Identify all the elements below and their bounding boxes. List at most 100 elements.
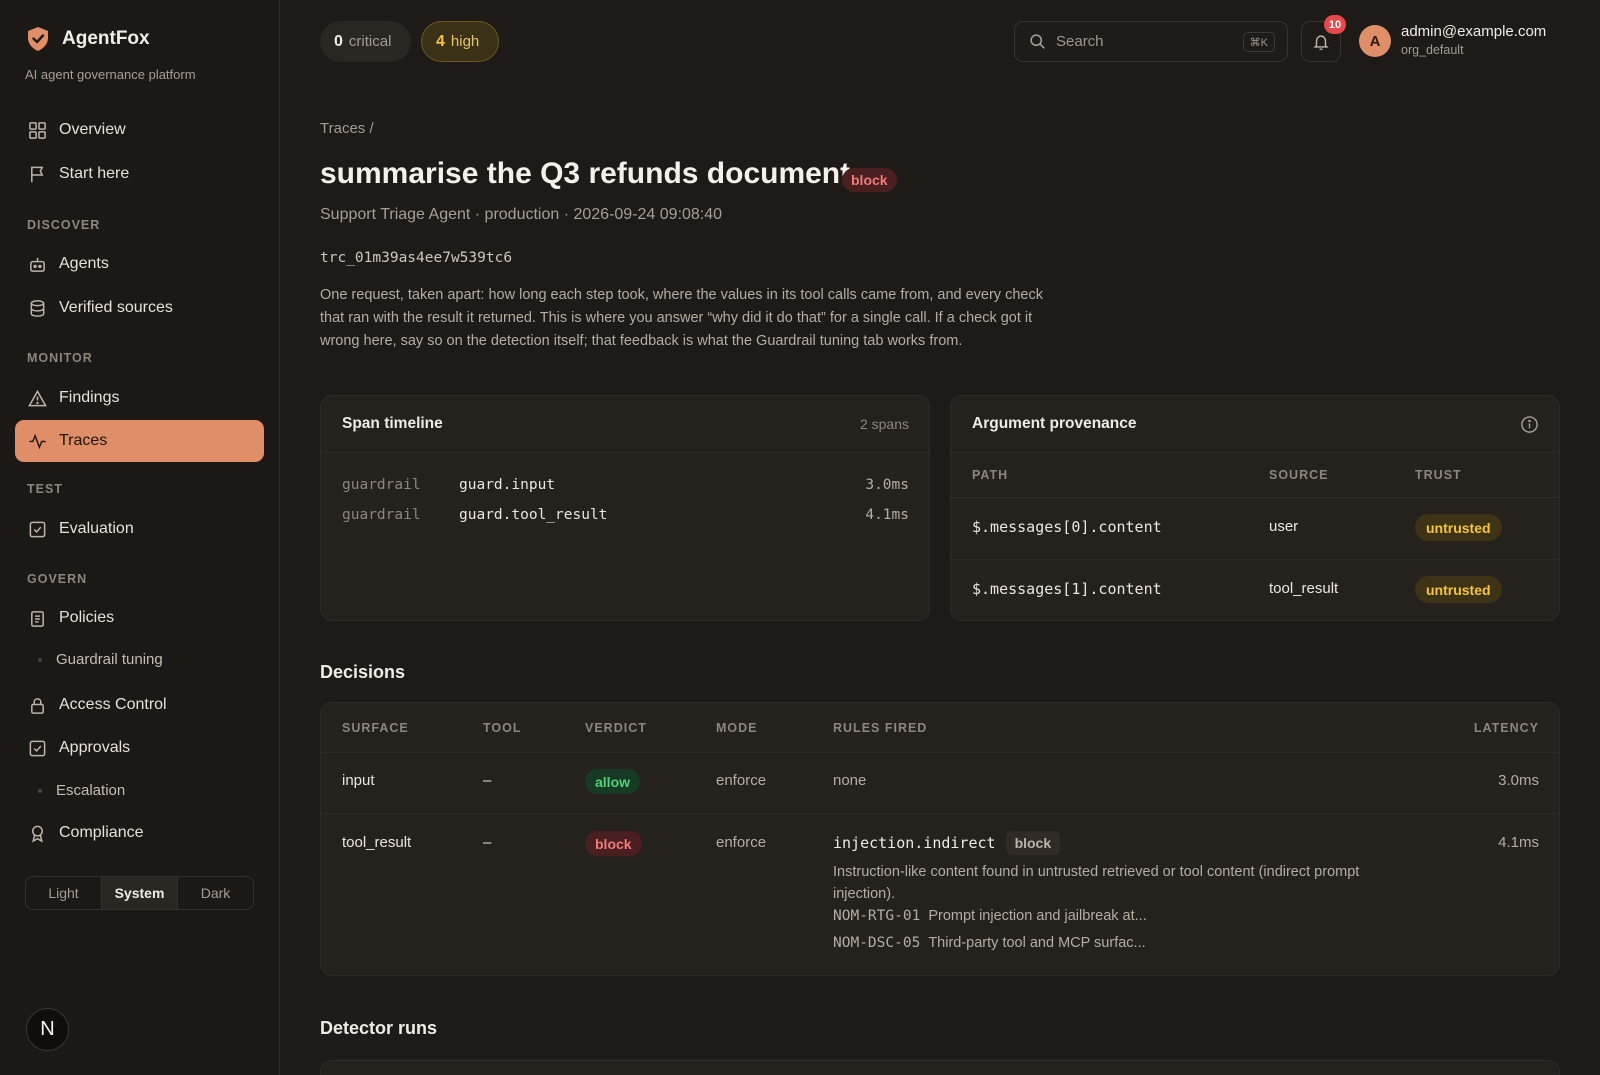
- critical-label: critical: [348, 33, 392, 50]
- section-test: TEST: [27, 482, 63, 496]
- col-trust: TRUST: [1415, 468, 1462, 482]
- search-icon: [1030, 34, 1045, 49]
- decision-mode: enforce: [716, 772, 767, 789]
- nav-start-here[interactable]: Start here: [15, 153, 264, 195]
- framework-badge[interactable]: N: [26, 1008, 69, 1051]
- span-row[interactable]: guardrail guard.tool_result 4.1ms: [342, 504, 909, 526]
- verdict-badge: block: [842, 168, 897, 192]
- shield-logo-icon: [28, 27, 48, 51]
- col-latency: LATENCY: [1473, 721, 1539, 735]
- argument-provenance-card: Argument provenance PATH SOURCE TRUST $.…: [950, 395, 1560, 621]
- trace-description: One request, taken apart: how long each …: [320, 287, 1043, 349]
- nav-evaluation-label: Evaluation: [59, 520, 134, 537]
- span-kind: guardrail: [342, 477, 421, 493]
- search-placeholder: Search: [1056, 33, 1104, 50]
- decision-tool: –: [483, 834, 492, 851]
- theme-toggle: Light System Dark: [25, 876, 254, 910]
- theme-system-button[interactable]: System: [101, 877, 178, 909]
- rule-fired[interactable]: injection.indirect block: [833, 831, 1061, 855]
- theme-dark-button[interactable]: Dark: [178, 877, 253, 909]
- nav-access-control-label: Access Control: [59, 696, 167, 713]
- nav-evaluation[interactable]: Evaluation: [15, 508, 264, 550]
- argument-provenance-title: Argument provenance: [972, 415, 1137, 432]
- provenance-path: $.messages[1].content: [972, 580, 1162, 598]
- control-id: NOM-RTG-01: [833, 908, 921, 924]
- provenance-path: $.messages[0].content: [972, 518, 1162, 536]
- nav-escalation-label: Escalation: [56, 782, 126, 799]
- checkbox-icon: [29, 521, 46, 537]
- critical-findings-pill[interactable]: 0 critical: [320, 21, 411, 62]
- rule-action-chip: block: [1005, 831, 1061, 855]
- control-text: Third-party tool and MCP surfac...: [928, 935, 1146, 951]
- nav-agents[interactable]: Agents: [15, 243, 264, 285]
- award-ribbon-icon: [31, 825, 44, 843]
- nav-guardrail-tuning-label: Guardrail tuning: [56, 651, 163, 668]
- nav-guardrail-tuning[interactable]: Guardrail tuning: [38, 651, 163, 668]
- span-timeline-card: Span timeline 2 spans guardrail guard.in…: [320, 395, 930, 621]
- breadcrumb[interactable]: Traces /: [320, 120, 374, 137]
- control-mapping[interactable]: NOM-DSC-05 Third-party tool and MCP surf…: [833, 935, 1146, 951]
- col-surface: SURFACE: [342, 721, 409, 735]
- nav-policies-label: Policies: [59, 609, 115, 626]
- info-icon[interactable]: [1520, 415, 1539, 434]
- brand-name: AgentFox: [62, 28, 150, 49]
- search-input[interactable]: Search ⌘K: [1014, 21, 1288, 62]
- rule-name: injection.indirect: [833, 834, 996, 852]
- allow-chip: allow: [585, 769, 641, 794]
- nav-approvals[interactable]: Approvals: [15, 727, 264, 769]
- brand-tagline: AI agent governance platform: [25, 67, 196, 82]
- nav-overview[interactable]: Overview: [15, 109, 264, 151]
- provenance-source: user: [1269, 518, 1299, 535]
- decision-verdict: block: [585, 831, 642, 856]
- span-timeline-title: Span timeline: [342, 415, 443, 432]
- nav-verified-sources[interactable]: Verified sources: [15, 287, 264, 329]
- theme-light-button[interactable]: Light: [26, 877, 101, 909]
- span-row[interactable]: guardrail guard.input 3.0ms: [342, 474, 909, 496]
- nav-compliance[interactable]: Compliance: [15, 812, 264, 854]
- high-findings-pill[interactable]: 4 high: [421, 21, 499, 62]
- nav-overview-label: Overview: [59, 121, 126, 138]
- nav-traces[interactable]: Traces: [15, 420, 264, 462]
- clipboard-icon: [31, 610, 44, 627]
- brand[interactable]: AgentFox: [26, 26, 150, 52]
- span-duration: 3.0ms: [865, 477, 909, 493]
- span-name: guard.tool_result: [459, 507, 608, 523]
- span-name: guard.input: [459, 477, 556, 493]
- divider: [321, 752, 1559, 753]
- notification-count-badge: 10: [1324, 15, 1346, 34]
- nav-policies[interactable]: Policies: [15, 597, 264, 639]
- trace-id: trc_01m39as4ee7w539tc6: [320, 250, 513, 266]
- flag-icon: [31, 166, 44, 182]
- decision-tool: –: [483, 772, 492, 789]
- card-header: Span timeline 2 spans: [321, 396, 929, 453]
- provenance-source: tool_result: [1269, 580, 1339, 597]
- col-mode: MODE: [716, 721, 758, 735]
- nav-escalation[interactable]: Escalation: [38, 782, 125, 799]
- nav-traces-label: Traces: [59, 432, 108, 449]
- nav-access-control[interactable]: Access Control: [15, 684, 264, 726]
- decision-surface: input: [342, 772, 375, 789]
- col-verdict: VERDICT: [585, 721, 647, 735]
- warning-triangle-icon: [28, 389, 47, 406]
- critical-count: 0: [334, 32, 343, 50]
- card-header: Argument provenance: [951, 396, 1559, 453]
- col-path: PATH: [972, 468, 1009, 482]
- avatar[interactable]: A: [1359, 25, 1391, 57]
- divider: [321, 813, 1559, 814]
- col-rules-fired: RULES FIRED: [833, 721, 928, 735]
- trust-badge: untrusted: [1415, 514, 1502, 541]
- high-count: 4: [436, 32, 445, 50]
- nav-findings[interactable]: Findings: [15, 377, 264, 419]
- checkbox-icon: [29, 740, 46, 756]
- bullet-dot: [38, 657, 42, 662]
- control-mapping[interactable]: NOM-RTG-01 Prompt injection and jailbrea…: [833, 908, 1147, 924]
- decision-mode: enforce: [716, 834, 767, 851]
- decision-surface: tool_result: [342, 834, 412, 851]
- decision-latency: 3.0ms: [1498, 772, 1539, 789]
- user-org: org_default: [1401, 43, 1464, 57]
- block-chip: block: [585, 831, 642, 856]
- section-monitor: MONITOR: [27, 351, 93, 365]
- user-email[interactable]: admin@example.com: [1401, 23, 1546, 40]
- bullet-dot: [38, 788, 42, 793]
- nav-agents-label: Agents: [59, 255, 109, 272]
